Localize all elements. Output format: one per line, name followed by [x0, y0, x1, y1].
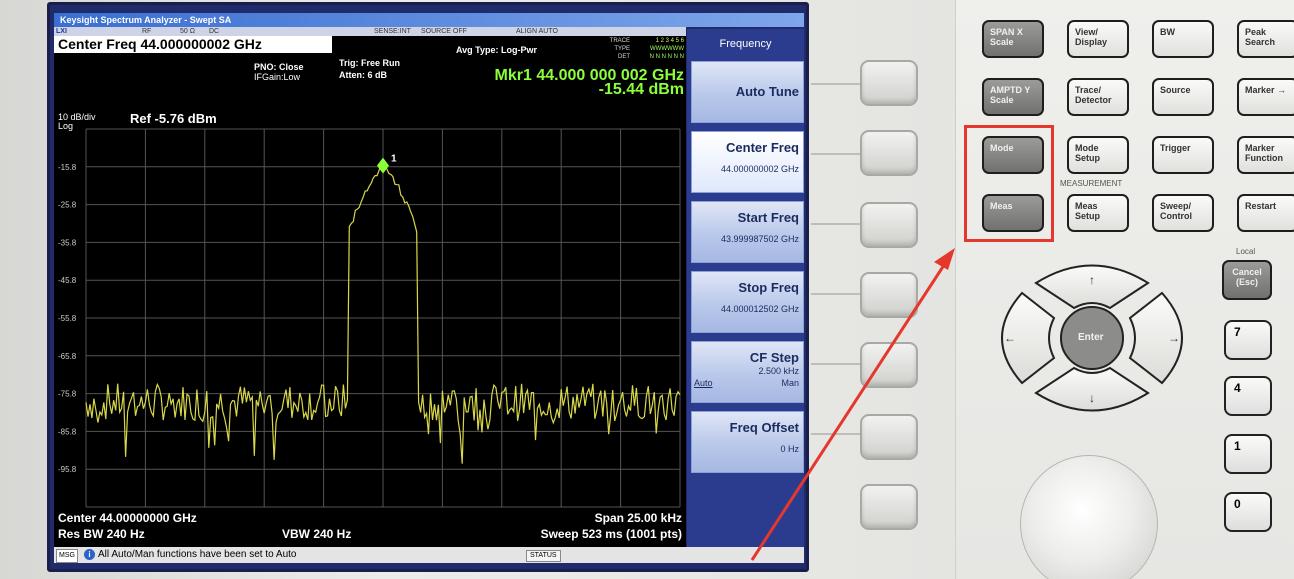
source-key[interactable]: Source	[1152, 78, 1214, 116]
status-indicator[interactable]: STATUS	[526, 550, 561, 562]
hw-softkey-3[interactable]	[860, 202, 918, 248]
input-coupling: DC	[209, 28, 220, 35]
msg-tag: MSG	[56, 549, 78, 563]
softkey-center-freq[interactable]: Center Freq 44.000000002 GHz	[691, 131, 804, 193]
input-impedance: 50 Ω	[180, 28, 195, 35]
marker-to-key[interactable]: Marker →	[1237, 78, 1294, 116]
span-x-scale-key[interactable]: SPAN X Scale	[982, 20, 1044, 58]
softkey-connector	[811, 293, 860, 295]
bw-key[interactable]: BW	[1152, 20, 1214, 58]
analyzer-screen: Keysight Spectrum Analyzer - Swept SA LX…	[47, 2, 809, 572]
span-label: Span 25.00 kHz	[594, 511, 682, 525]
center-label: Center 44.00000000 GHz	[58, 511, 197, 525]
sense-status: SENSE:INT	[374, 28, 411, 35]
trace-detector-key[interactable]: Trace/ Detector	[1067, 78, 1129, 116]
y-tick-label: -15.8	[58, 163, 77, 172]
meas-setup-key[interactable]: Meas Setup	[1067, 194, 1129, 232]
ifgain-setting: IFGain:Low	[254, 72, 301, 82]
hw-softkey-2[interactable]	[860, 130, 918, 176]
softkey-connector	[811, 223, 860, 225]
local-label: Local	[1236, 247, 1256, 256]
softkey-connector	[811, 363, 860, 365]
y-tick-label: -85.8	[58, 427, 77, 436]
trigger-setting: Trig: Free Run	[339, 58, 401, 68]
num-key-7[interactable]: 7	[1224, 320, 1272, 360]
amptd-y-scale-key[interactable]: AMPTD Y Scale	[982, 78, 1044, 116]
spectrum-plot: -15.44 dBm 10 dB/div Log Ref -5.76 dBm -…	[54, 81, 686, 509]
trace-svg: -15.8 -25.8 -35.8 -45.8 -55.8 -65.8 -75.8 -85.8…	[58, 128, 681, 508]
center-freq-display[interactable]: Center Freq 44.000000002 GHz	[54, 36, 332, 53]
softkey-connector	[811, 433, 860, 435]
atten-setting: Atten: 6 dB	[339, 70, 387, 80]
rbw-label: Res BW 240 Hz	[58, 527, 145, 541]
y-tick-label: -95.8	[58, 465, 77, 474]
source-status: SOURCE OFF	[421, 28, 467, 35]
sweep-label: Sweep 523 ms (1001 pts)	[540, 527, 682, 541]
hw-softkey-5[interactable]	[860, 342, 918, 388]
svg-text:←: ←	[1004, 331, 1016, 345]
softkey-start-freq[interactable]: Start Freq 43.999987502 GHz	[691, 201, 804, 263]
num-key-1[interactable]: 1	[1224, 434, 1272, 474]
hw-softkey-1[interactable]	[860, 60, 918, 106]
vbw-label: VBW 240 Hz	[282, 527, 352, 541]
highlight-box	[964, 125, 1054, 242]
settings-strip: LXI RF 50 Ω DC SENSE:INT SOURCE OFF ALIG…	[54, 27, 686, 36]
marker-number: 1	[391, 154, 397, 165]
cancel-esc-key[interactable]: Cancel (Esc)	[1222, 260, 1272, 300]
y-tick-label: -55.8	[58, 314, 77, 323]
svg-text:→: →	[1168, 331, 1180, 345]
hw-softkey-4[interactable]	[860, 272, 918, 318]
sweep-control-key[interactable]: Sweep/ Control	[1152, 194, 1214, 232]
y-tick-label: -65.8	[58, 352, 77, 361]
info-icon: i	[84, 549, 95, 560]
status-bar: MSG i All Auto/Man functions have been s…	[54, 547, 804, 563]
softkey-connector	[811, 83, 860, 85]
softkey-auto-tune[interactable]: Auto Tune	[691, 61, 804, 123]
y-tick-label: -25.8	[58, 201, 77, 210]
svg-text:↓: ↓	[1089, 391, 1095, 405]
status-message: All Auto/Man functions have been set to …	[98, 549, 297, 560]
mode-setup-key[interactable]: Mode Setup	[1067, 136, 1129, 174]
info-bar: LXI RF 50 Ω DC SENSE:INT SOURCE OFF ALIG…	[54, 27, 686, 89]
lxi-badge: LXI	[56, 28, 67, 35]
avg-type: Avg Type: Log-Pwr	[456, 45, 537, 55]
bottom-annotations: Center 44.00000000 GHz Res BW 240 Hz VBW…	[54, 509, 686, 547]
window-title: Keysight Spectrum Analyzer - Swept SA	[54, 13, 804, 27]
enter-label: Enter	[1078, 332, 1104, 343]
input-rf: RF	[142, 28, 152, 35]
y-tick-label: -35.8	[58, 238, 77, 247]
align-status: ALIGN AUTO	[516, 28, 558, 35]
peak-search-key[interactable]: Peak Search	[1237, 20, 1294, 58]
pno-setting: PNO: Close	[254, 62, 304, 72]
softkey-stop-freq[interactable]: Stop Freq 44.000012502 GHz	[691, 271, 804, 333]
num-key-4[interactable]: 4	[1224, 376, 1272, 416]
trigger-key[interactable]: Trigger	[1152, 136, 1214, 174]
y-tick-label: -75.8	[58, 390, 77, 399]
softkey-cf-step[interactable]: CF Step 2.500 kHz Auto Man	[691, 341, 804, 403]
marker-function-key[interactable]: Marker Function	[1237, 136, 1294, 174]
restart-key[interactable]: Restart	[1237, 194, 1294, 232]
hw-softkey-6[interactable]	[860, 414, 918, 460]
num-key-0[interactable]: 0	[1224, 492, 1272, 532]
softkey-connector	[811, 153, 860, 155]
measurement-group-label: MEASUREMENT	[1060, 179, 1123, 188]
softkey-freq-offset[interactable]: Freq Offset 0 Hz	[691, 411, 804, 473]
svg-text:↑: ↑	[1089, 273, 1095, 287]
y-tick-label: -45.8	[58, 276, 77, 285]
view-display-key[interactable]: View/ Display	[1067, 20, 1129, 58]
softkey-menu-title: Frequency	[719, 38, 772, 50]
softkey-menu: Frequency Auto Tune Center Freq 44.00000…	[687, 29, 804, 547]
hw-softkey-7[interactable]	[860, 484, 918, 530]
